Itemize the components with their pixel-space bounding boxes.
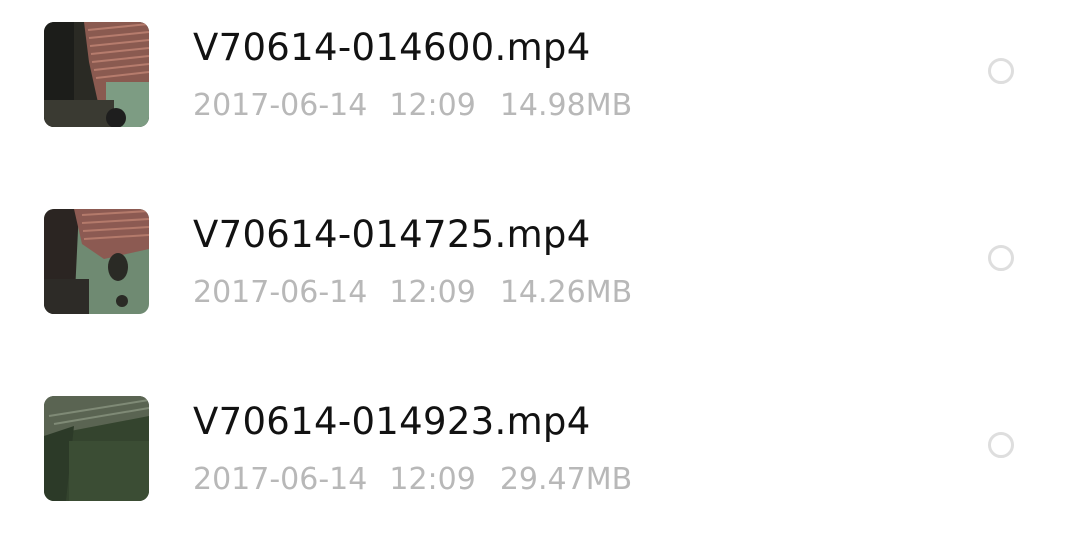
file-size: 29.47MB	[499, 462, 633, 497]
file-list: V70614-014600.mp4 2017-06-14 12:09 14.98MB	[0, 0, 1080, 539]
file-time: 12:09	[389, 88, 476, 123]
file-meta: 2017-06-14 12:09 14.26MB	[193, 274, 632, 312]
file-name: V70614-014923.mp4	[193, 400, 591, 443]
select-radio[interactable]	[988, 245, 1014, 271]
video-thumbnail	[44, 209, 149, 314]
file-date: 2017-06-14	[193, 275, 368, 310]
file-row[interactable]: V70614-014600.mp4 2017-06-14 12:09 14.98MB	[0, 0, 1080, 167]
video-thumbnail	[44, 22, 149, 127]
file-date: 2017-06-14	[193, 462, 368, 497]
file-meta: 2017-06-14 12:09 14.98MB	[193, 87, 632, 125]
file-name: V70614-014600.mp4	[193, 26, 591, 69]
file-time: 12:09	[389, 462, 476, 497]
file-meta: 2017-06-14 12:09 29.47MB	[193, 461, 632, 499]
video-thumbnail	[44, 396, 149, 501]
file-date: 2017-06-14	[193, 88, 368, 123]
select-radio[interactable]	[988, 432, 1014, 458]
file-name: V70614-014725.mp4	[193, 213, 591, 256]
select-radio[interactable]	[988, 58, 1014, 84]
file-size: 14.98MB	[499, 88, 633, 123]
file-size: 14.26MB	[499, 275, 633, 310]
file-row[interactable]: V70614-014725.mp4 2017-06-14 12:09 14.26MB	[0, 167, 1080, 354]
file-time: 12:09	[389, 275, 476, 310]
file-row[interactable]: V70614-014923.mp4 2017-06-14 12:09 29.47MB	[0, 354, 1080, 539]
